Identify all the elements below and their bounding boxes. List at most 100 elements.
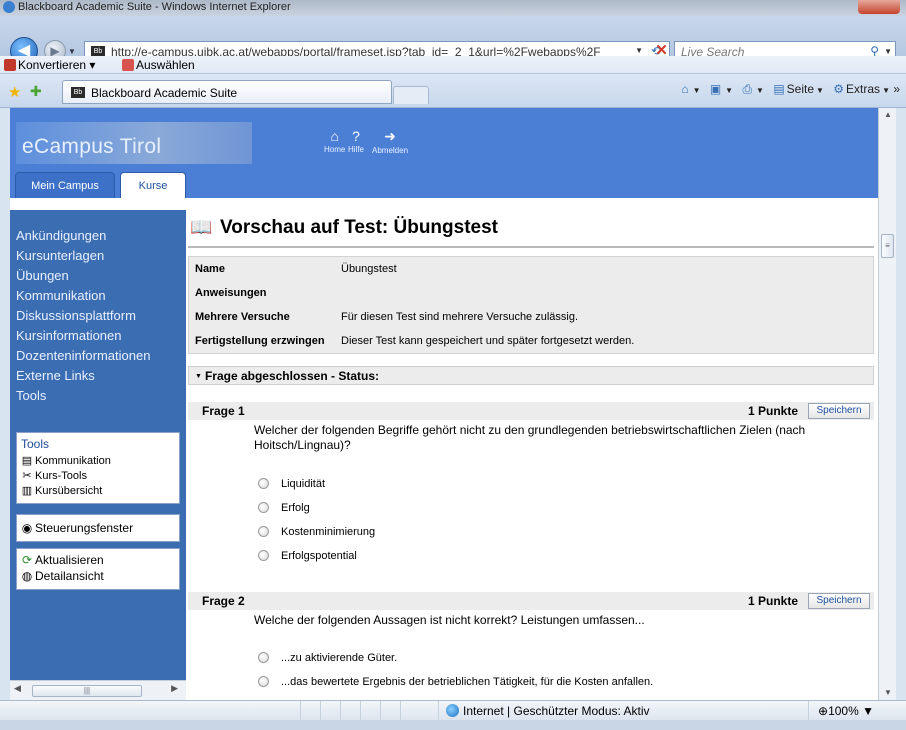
print-icon: ⎙ <box>742 82 753 96</box>
control-panel-box[interactable]: ◉ Steuerungsfenster <box>16 514 180 542</box>
page-menu[interactable]: ▤ Seite ▼ <box>773 82 824 96</box>
convert-menu[interactable]: Konvertieren ▾ <box>4 58 95 72</box>
pdf-toolbar: Konvertieren ▾ Auswählen <box>0 56 906 74</box>
select-menu[interactable]: Auswählen <box>122 58 195 72</box>
question-1-option-4[interactable]: Erfolgspotential <box>258 550 357 562</box>
command-bar: ⌂ ▼ ▣ ▼ ⎙ ▼ ▤ Seite ▼ ⚙ Extras ▼ » <box>675 82 900 97</box>
question-1-header: Frage 1 1 Punkte Speichern <box>188 402 874 420</box>
question-1-option-3[interactable]: Kostenminimierung <box>258 526 375 538</box>
help-link[interactable]: ? Hilfe <box>348 128 364 154</box>
history-dropdown-icon[interactable]: ▼ <box>68 47 76 56</box>
tab-bar: ★ ✚ Bb Blackboard Academic Suite ⌂ ▼ ▣ ▼ ⎙… <box>0 74 906 108</box>
sidebar-item-staff-information[interactable]: Dozenteninformationen <box>16 348 150 363</box>
question-2-option-1[interactable]: ...zu aktivierende Güter. <box>258 652 397 664</box>
browser-tab[interactable]: Bb Blackboard Academic Suite <box>62 80 392 104</box>
home-command[interactable]: ⌂ ▼ <box>681 82 700 96</box>
sidebar-item-external-links[interactable]: Externe Links <box>16 368 95 383</box>
sidebar-item-discussion-board[interactable]: Diskussionsplattform <box>16 308 136 323</box>
bb-header: eCampus Tirol ⌂ Home ? Hilfe ➜ Abmelden Mei… <box>10 108 888 202</box>
sidebar-item-communication[interactable]: Kommunikation <box>16 288 106 303</box>
page-icon: ▤ <box>773 82 785 96</box>
ie-logo-icon <box>3 1 15 13</box>
main-content: 📖 Vorschau auf Test: Übungstest Name Übung… <box>188 210 874 700</box>
question-2-option-2[interactable]: ...das bewertete Ergebnis der betrieblic… <box>258 676 653 688</box>
test-info-table: Name Übungstest Anweisungen Mehrere Versu… <box>188 256 874 354</box>
refresh-icon: ⟳ <box>21 553 33 567</box>
window-close-button[interactable] <box>858 0 900 14</box>
sidebar-item-announcements[interactable]: Ankündigungen <box>16 228 106 243</box>
zoom-level[interactable]: ⊕100% ▼ <box>818 704 874 718</box>
scroll-down-icon[interactable]: ▼ <box>884 688 892 697</box>
view-options-box: ⟳ Aktualisieren ◍ Detailansicht <box>16 548 180 590</box>
tools-communication-link[interactable]: ▤ Kommunikation <box>17 453 179 468</box>
tab-mein-campus[interactable]: Mein Campus <box>15 172 115 198</box>
radio-button[interactable] <box>258 502 269 513</box>
sidebar-item-tools[interactable]: Tools <box>16 388 46 403</box>
feeds-icon: ▣ <box>709 82 722 96</box>
home-link[interactable]: ⌂ Home <box>324 128 345 154</box>
add-favorite-icon[interactable]: ✚ <box>30 83 42 100</box>
question-status-toggle[interactable]: ▼ Frage abgeschlossen - Status: <box>188 366 874 385</box>
refresh-link[interactable]: ⟳ Aktualisieren <box>17 549 179 568</box>
question-1-option-2[interactable]: Erfolg <box>258 502 310 514</box>
tools-course-map-link[interactable]: ▥ Kursübersicht <box>17 483 179 498</box>
control-panel-icon: ◉ <box>21 521 33 535</box>
radio-button[interactable] <box>258 526 269 537</box>
favorites-star-icon[interactable]: ★ <box>8 83 21 101</box>
logout-link[interactable]: ➜ Abmelden <box>372 128 408 155</box>
collapse-triangle-icon: ▼ <box>195 373 202 380</box>
window-title-bar: Blackboard Academic Suite - Windows Inte… <box>0 0 906 16</box>
control-panel-link[interactable]: ◉ Steuerungsfenster <box>17 515 179 536</box>
question-2-header: Frage 2 1 Punkte Speichern <box>188 592 874 610</box>
tab-kurse[interactable]: Kurse <box>120 172 186 198</box>
search-dropdown-icon[interactable]: ▼ <box>884 47 892 56</box>
question-1-title: Frage 1 <box>202 404 245 418</box>
page-vertical-scrollbar[interactable]: ▲ ≡ ▼ <box>878 108 896 700</box>
tools-course-tools-link[interactable]: ✂ Kurs-Tools <box>17 468 179 483</box>
page-title: 📖 Vorschau auf Test: Übungstest <box>190 217 498 238</box>
scrollbar-thumb[interactable]: ||| <box>32 685 142 697</box>
detail-view-icon: ◍ <box>21 569 33 583</box>
address-dropdown-icon[interactable]: ▼ <box>635 46 643 55</box>
globe-icon <box>446 704 459 717</box>
detail-view-link[interactable]: ◍ Detailansicht <box>17 568 179 584</box>
question-2-text: Welche der folgenden Aussagen ist nicht … <box>254 613 645 627</box>
tools-icon: ✂ <box>22 470 32 482</box>
home-icon: ⌂ <box>330 128 339 144</box>
scroll-up-icon[interactable]: ▲ <box>884 110 892 119</box>
tools-box-title: Tools <box>21 437 50 451</box>
info-row-force-completion: Fertigstellung erzwingen Dieser Test kann… <box>195 335 635 347</box>
scroll-right-icon[interactable]: ▶ <box>171 683 178 694</box>
question-2-save-button[interactable]: Speichern <box>808 593 870 609</box>
question-2-title: Frage 2 <box>202 594 245 608</box>
sidebar-item-exercises[interactable]: Übungen <box>16 268 69 283</box>
question-1-points: 1 Punkte <box>747 404 798 418</box>
scroll-left-icon[interactable]: ◀ <box>14 683 21 694</box>
tab-title: Blackboard Academic Suite <box>91 86 238 100</box>
question-1-option-1[interactable]: Liquidität <box>258 478 325 490</box>
sidebar-horizontal-scrollbar[interactable]: ◀ ||| ▶ <box>10 680 186 700</box>
tools-menu[interactable]: ⚙ Extras ▼ » <box>833 82 900 96</box>
zoom-icon: ⊕ <box>818 704 829 718</box>
sidebar-item-course-documents[interactable]: Kursunterlagen <box>16 248 104 263</box>
security-zone[interactable]: Internet | Geschützter Modus: Aktiv <box>446 704 650 718</box>
sidebar-item-course-information[interactable]: Kursinformationen <box>16 328 122 343</box>
print-command[interactable]: ⎙ ▼ <box>742 82 764 97</box>
browser-status-bar: Internet | Geschützter Modus: Aktiv ⊕100… <box>0 700 906 721</box>
tools-box: Tools ▤ Kommunikation ✂ Kurs-Tools ▥ Kursüb… <box>16 432 180 504</box>
question-1-save-button[interactable]: Speichern <box>808 403 870 419</box>
window-bottom-border <box>0 720 906 730</box>
new-tab-button[interactable] <box>393 86 429 104</box>
info-row-attempts: Mehrere Versuche Für diesen Test sind meh… <box>195 311 579 323</box>
header-divider <box>10 198 888 202</box>
radio-button[interactable] <box>258 652 269 663</box>
scrollbar-thumb[interactable]: ≡ <box>881 234 894 258</box>
title-divider <box>188 246 874 248</box>
radio-button[interactable] <box>258 550 269 561</box>
radio-button[interactable] <box>258 478 269 489</box>
convert-icon <box>4 59 16 71</box>
page-viewport: eCampus Tirol ⌂ Home ? Hilfe ➜ Abmelden Mei… <box>10 108 888 700</box>
radio-button[interactable] <box>258 676 269 687</box>
feeds-command[interactable]: ▣ ▼ <box>710 82 733 96</box>
ecampus-logo[interactable]: eCampus Tirol <box>16 122 252 164</box>
